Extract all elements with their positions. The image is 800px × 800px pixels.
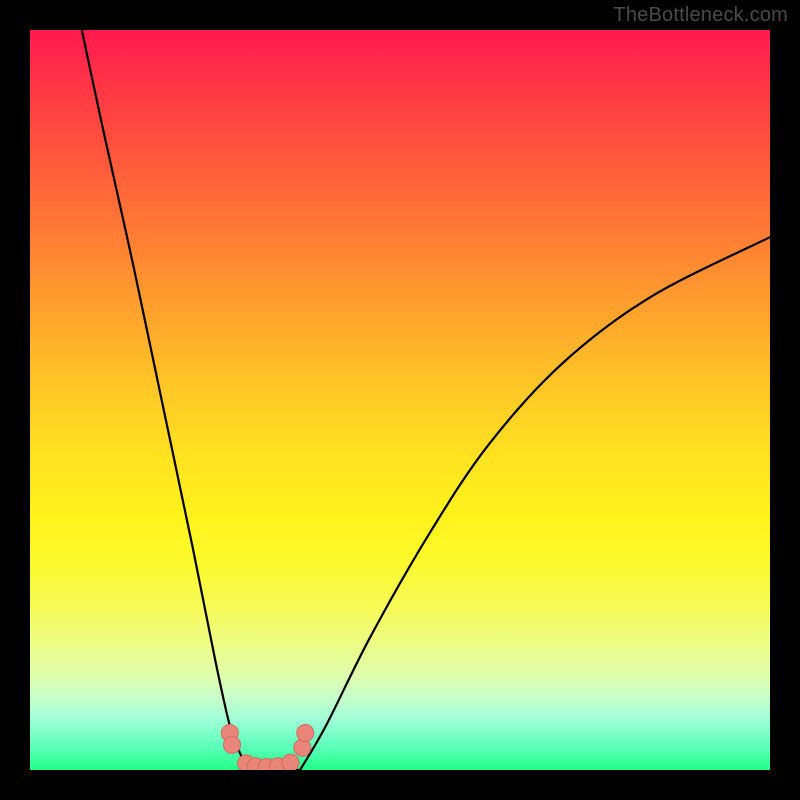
chart-svg: [30, 30, 770, 770]
valley-marker: [282, 754, 299, 770]
curve-group: [82, 30, 770, 770]
chart-frame: TheBottleneck.com: [0, 0, 800, 800]
valley-marker: [297, 725, 314, 742]
valley-markers: [221, 725, 313, 771]
watermark-text: TheBottleneck.com: [613, 4, 788, 27]
curve-right-branch: [300, 237, 770, 770]
plot-area: [30, 30, 770, 770]
valley-marker: [224, 736, 241, 753]
curve-left-branch: [82, 30, 249, 770]
valley-marker: [294, 739, 311, 756]
